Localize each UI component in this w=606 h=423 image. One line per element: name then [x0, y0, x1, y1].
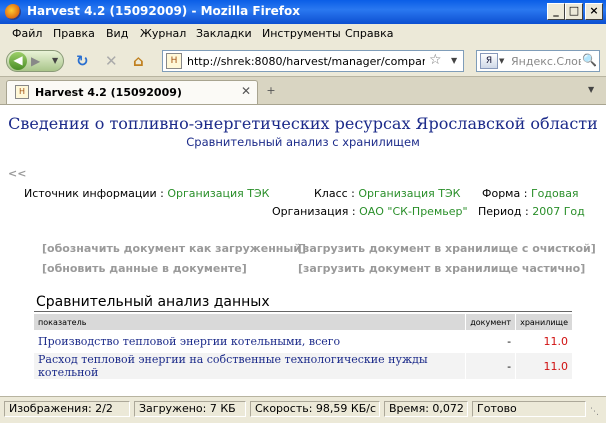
new-tab-icon[interactable]: +: [262, 82, 280, 100]
section-title: Сравнительный анализ данных: [36, 294, 270, 310]
form-field: Форма : Годовая: [482, 187, 579, 200]
page-subtitle: Сравнительный анализ с хранилищем: [186, 135, 420, 149]
menu-tools[interactable]: Инструменты: [262, 27, 341, 40]
load-partial-link[interactable]: [загрузить документ в хранилище частично…: [298, 262, 585, 275]
tab-site-icon: H: [15, 85, 29, 99]
load-clean-link[interactable]: [загрузить документ в хранилище с очистк…: [298, 242, 596, 255]
back-icon[interactable]: ◀: [9, 52, 27, 70]
window-titlebar: Harvest 4.2 (15092009) - Mozilla Firefox…: [0, 0, 606, 24]
url-bar[interactable]: H http://shrek:8080/harvest/manager/comp…: [162, 50, 464, 72]
menu-view[interactable]: Вид: [106, 27, 128, 40]
section-divider: [34, 311, 572, 312]
stop-icon[interactable]: ✕: [105, 52, 118, 70]
navigation-toolbar: ◀ ▶ ▼ ↻ ✕ ⌂ H http://shrek:8080/harvest/…: [0, 44, 606, 77]
form-value: Годовая: [530, 187, 579, 200]
row-indicator-name[interactable]: Производство тепловой энергии котельными…: [34, 330, 467, 353]
tab-close-icon[interactable]: ✕: [239, 84, 253, 98]
bookmark-star-icon[interactable]: ☆: [429, 52, 442, 68]
status-speed: Скорость: 98,59 КБ/с: [250, 401, 380, 417]
search-icon[interactable]: 🔍: [582, 53, 597, 67]
organization-value: ОАО "СК-Премьер": [359, 205, 468, 218]
forward-icon[interactable]: ▶: [31, 54, 40, 68]
table-row: Расход тепловой энергии на собственные т…: [34, 353, 572, 379]
reload-icon[interactable]: ↻: [76, 52, 89, 70]
status-state: Готово: [472, 401, 586, 417]
source-field: Источник информации : Организация ТЭК: [24, 187, 269, 200]
period-field: Период : 2007 Год: [478, 205, 585, 218]
url-dropdown-icon[interactable]: ▼: [451, 56, 457, 65]
class-value: Организация ТЭК: [358, 187, 461, 200]
tab-list-icon[interactable]: ▼: [588, 85, 594, 94]
form-label: Форма :: [482, 187, 528, 200]
menu-help[interactable]: Справка: [345, 27, 393, 40]
tab-harvest[interactable]: H Harvest 4.2 (15092009) ✕: [6, 80, 258, 104]
period-label: Период :: [478, 205, 529, 218]
row-storage-value: 11.0: [515, 330, 572, 353]
col-header-storage: хранилище: [515, 314, 572, 330]
row-document-value: -: [465, 330, 517, 353]
url-input[interactable]: http://shrek:8080/harvest/manager/compar…: [187, 55, 425, 68]
row-indicator-name[interactable]: Расход тепловой энергии на собственные т…: [34, 353, 467, 379]
menu-file[interactable]: Файл: [12, 27, 42, 40]
mark-loaded-link[interactable]: [обозначить документ как загруженный]: [42, 242, 306, 255]
source-label: Источник информации :: [24, 187, 164, 200]
menu-bar: Файл Правка Вид Журнал Закладки Инструме…: [0, 24, 606, 44]
search-engine-dropdown-icon[interactable]: ▼: [499, 57, 504, 65]
update-data-link[interactable]: [обновить данные в документе]: [42, 262, 247, 275]
site-icon: H: [166, 53, 182, 69]
class-label: Класс :: [314, 187, 355, 200]
row-storage-value: 11.0: [515, 353, 572, 379]
maximize-button[interactable]: □: [565, 3, 583, 20]
status-images: Изображения: 2/2: [4, 401, 130, 417]
source-value: Организация ТЭК: [167, 187, 270, 200]
col-header-document: документ: [465, 314, 517, 330]
back-forward-group: ◀ ▶ ▼: [6, 50, 64, 72]
table-header-row: показатель документ хранилище: [34, 314, 572, 330]
table-row: Производство тепловой энергии котельными…: [34, 330, 572, 353]
close-button[interactable]: ×: [585, 3, 603, 20]
tab-bar: H Harvest 4.2 (15092009) ✕ + ▼: [0, 77, 606, 105]
organization-field: Организация : ОАО "СК-Премьер": [272, 205, 468, 218]
status-bar: Изображения: 2/2 Загружено: 7 КБ Скорост…: [0, 396, 606, 423]
search-engine-icon[interactable]: Я: [480, 53, 498, 69]
window-title: Harvest 4.2 (15092009) - Mozilla Firefox: [27, 4, 300, 18]
back-link[interactable]: <<: [8, 167, 26, 180]
organization-label: Организация :: [272, 205, 356, 218]
tab-label: Harvest 4.2 (15092009): [35, 86, 182, 99]
period-value: 2007 Год: [532, 205, 585, 218]
search-box[interactable]: Я ▼ Яндекс.Слова 🔍: [476, 50, 600, 72]
menu-history[interactable]: Журнал: [140, 27, 186, 40]
history-dropdown-icon[interactable]: ▼: [52, 56, 58, 65]
status-time: Время: 0,072: [384, 401, 468, 417]
comparison-table: показатель документ хранилище Производст…: [34, 314, 572, 379]
menu-bookmarks[interactable]: Закладки: [196, 27, 252, 40]
page-title: Сведения о топливно-энергетических ресур…: [8, 114, 598, 133]
menu-edit[interactable]: Правка: [53, 27, 95, 40]
class-field: Класс : Организация ТЭК: [314, 187, 460, 200]
page-content: Сведения о топливно-энергетических ресур…: [0, 104, 606, 397]
firefox-icon: [5, 4, 21, 20]
resize-grip-icon[interactable]: ⋱: [590, 407, 602, 419]
minimize-button[interactable]: _: [547, 3, 565, 20]
row-document-value: -: [465, 353, 517, 379]
col-header-indicator: показатель: [34, 314, 467, 330]
search-input[interactable]: Яндекс.Слова: [511, 55, 581, 68]
status-loaded: Загружено: 7 КБ: [134, 401, 246, 417]
home-icon[interactable]: ⌂: [133, 52, 144, 70]
